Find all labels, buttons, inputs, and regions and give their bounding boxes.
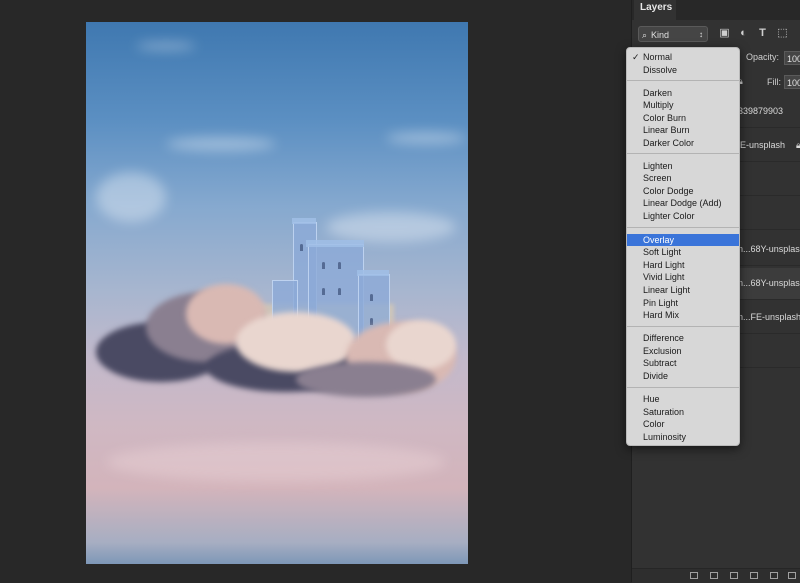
menu-item-hue[interactable]: Hue <box>627 393 739 406</box>
add-mask-icon[interactable] <box>730 572 738 579</box>
menu-separator <box>627 153 739 154</box>
tab-layers[interactable]: Layers <box>634 0 676 20</box>
castle-battlement <box>357 270 389 276</box>
chevron-updown-icon: ↕ <box>699 30 703 39</box>
type-filter-icon[interactable]: T <box>756 27 769 40</box>
menu-item-divide[interactable]: Divide <box>627 370 739 383</box>
menu-item-dissolve[interactable]: Dissolve <box>627 64 739 77</box>
layer-name: 339879903 <box>738 106 784 116</box>
opacity-label: Opacity: <box>746 52 780 62</box>
menu-item-subtract[interactable]: Subtract <box>627 357 739 370</box>
menu-item-darken[interactable]: Darken <box>627 87 739 100</box>
panel-footer <box>632 568 800 583</box>
filter-kind-label: Kind <box>651 30 670 40</box>
fill-row: Fill: <box>767 77 781 87</box>
layer-name: n...68Y-unsplas <box>738 278 800 288</box>
layer-style-icon[interactable] <box>710 572 718 579</box>
menu-separator <box>627 80 739 81</box>
sky-cloud-wisp <box>386 132 466 144</box>
menu-item-hard-light[interactable]: Hard Light <box>627 259 739 272</box>
menu-item-lighter-color[interactable]: Lighter Color <box>627 210 739 223</box>
sky-cloud-wisp <box>166 137 276 151</box>
image-filter-icon[interactable]: ▣ <box>718 27 731 40</box>
sky-cloud-wisp <box>96 172 166 222</box>
menu-separator <box>627 226 739 228</box>
search-icon: ⌕ <box>642 30 648 40</box>
menu-item-color-dodge[interactable]: Color Dodge <box>627 185 739 198</box>
menu-item-linear-light[interactable]: Linear Light <box>627 284 739 297</box>
layer-name: E-unsplash <box>740 140 786 150</box>
adjustment-filter-icon[interactable]: ◐ <box>737 27 750 40</box>
blend-mode-menu: ✓ Normal Dissolve Darken Multiply Color … <box>626 47 740 446</box>
filter-kind-select[interactable]: ⌕ Kind ↕ <box>638 26 708 42</box>
sky-cloud-wisp <box>136 42 196 50</box>
menu-item-overlay[interactable]: Overlay <box>627 233 739 247</box>
menu-item-pin-light[interactable]: Pin Light <box>627 297 739 310</box>
menu-item-soft-light[interactable]: Soft Light <box>627 246 739 259</box>
panel-tab-bar: Layers <box>632 0 800 20</box>
checkmark-icon: ✓ <box>632 52 640 62</box>
lock-icon: 🔒︎ <box>796 140 800 150</box>
document-canvas[interactable] <box>86 22 468 564</box>
menu-item-linear-burn[interactable]: Linear Burn <box>627 124 739 137</box>
layer-name: n...68Y-unsplas <box>738 244 800 254</box>
new-layer-icon[interactable] <box>788 572 796 579</box>
menu-item-color[interactable]: Color <box>627 418 739 431</box>
castle-battlement <box>306 240 364 247</box>
menu-separator <box>627 386 739 388</box>
menu-item-hard-mix[interactable]: Hard Mix <box>627 309 739 322</box>
fill-field[interactable]: 100 <box>784 75 800 89</box>
menu-item-darker-color[interactable]: Darker Color <box>627 137 739 150</box>
castle-window <box>300 244 303 251</box>
opacity-row: Opacity: <box>746 52 779 62</box>
fill-label: Fill: <box>767 77 781 87</box>
castle-window <box>370 294 373 301</box>
adjustment-layer-icon[interactable] <box>750 572 758 579</box>
castle-window <box>322 262 325 269</box>
shape-filter-icon[interactable]: ⬚ <box>776 27 789 40</box>
menu-separator <box>627 325 739 327</box>
castle-window <box>322 288 325 295</box>
layer-name: n...FE-unsplash <box>738 312 800 322</box>
menu-item-screen[interactable]: Screen <box>627 172 739 185</box>
menu-item-color-burn[interactable]: Color Burn <box>627 112 739 125</box>
sky-cloud-wisp <box>326 212 456 242</box>
menu-item-saturation[interactable]: Saturation <box>627 406 739 419</box>
cloud-shadow <box>296 362 436 397</box>
menu-item-exclusion[interactable]: Exclusion <box>627 345 739 358</box>
menu-item-luminosity[interactable]: Luminosity <box>627 431 739 444</box>
menu-item-vivid-light[interactable]: Vivid Light <box>627 271 739 284</box>
menu-item-lighten[interactable]: Lighten <box>627 160 739 173</box>
castle-window <box>338 288 341 295</box>
link-layers-icon[interactable] <box>690 572 698 579</box>
menu-item-linear-dodge[interactable]: Linear Dodge (Add) <box>627 197 739 210</box>
castle-window <box>338 262 341 269</box>
castle-window <box>370 318 373 325</box>
new-group-icon[interactable] <box>770 572 778 579</box>
castle-battlement <box>292 218 316 224</box>
sky-cloud-wisp <box>106 442 446 482</box>
menu-item-difference[interactable]: Difference <box>627 332 739 345</box>
cloud-puff <box>386 320 456 370</box>
opacity-field[interactable]: 100 <box>784 51 800 65</box>
menu-item-multiply[interactable]: Multiply <box>627 99 739 112</box>
menu-item-normal[interactable]: ✓ Normal <box>627 51 739 64</box>
